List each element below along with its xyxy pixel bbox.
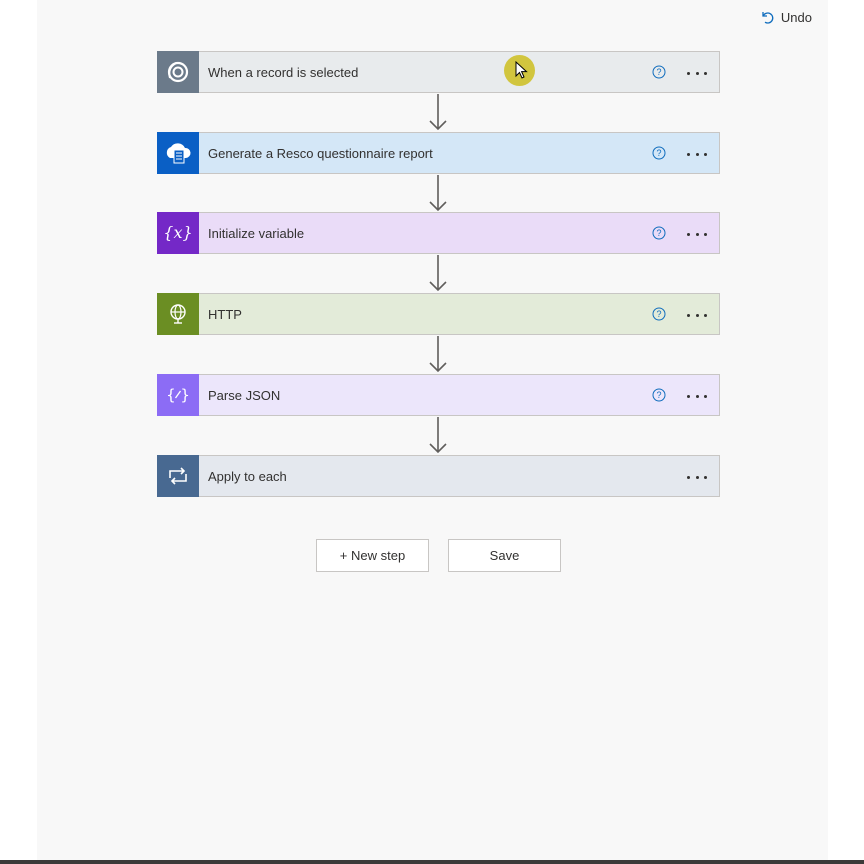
help-icon[interactable]: ? (652, 146, 666, 160)
step-title: When a record is selected (208, 64, 359, 80)
loop-icon (169, 466, 187, 485)
step-title: Generate a Resco questionnaire report (208, 145, 433, 161)
step-when-record-selected[interactable]: When a record is selected ? (157, 50, 720, 93)
step-icon-box: { } (157, 373, 199, 416)
svg-text:?: ? (656, 228, 661, 238)
step-icon-box (157, 50, 199, 93)
window-bottom-border (0, 860, 864, 864)
more-options-icon[interactable] (685, 387, 709, 405)
mouse-cursor-icon (515, 61, 528, 79)
connector-arrow (429, 255, 447, 292)
help-icon[interactable]: ? (652, 65, 666, 79)
help-icon[interactable]: ? (652, 307, 666, 321)
svg-text:?: ? (656, 309, 661, 319)
step-icon-box (157, 131, 199, 174)
parse-json-icon: { } (166, 386, 190, 404)
step-http[interactable]: HTTP ? (157, 292, 720, 335)
step-icon-box: {x} (157, 211, 199, 254)
step-icon-box (157, 454, 199, 497)
undo-label: Undo (780, 9, 812, 25)
dataverse-icon (167, 61, 189, 82)
resco-cloud-icon (166, 142, 191, 163)
help-icon[interactable]: ? (652, 226, 666, 240)
connector-arrow (429, 336, 447, 373)
step-generate-resco-report[interactable]: Generate a Resco questionnaire report ? (157, 131, 720, 174)
step-title: Parse JSON (208, 387, 281, 403)
step-initialize-variable[interactable]: {x} Initialize variable ? (157, 211, 720, 254)
step-parse-json[interactable]: { } Parse JSON ? (157, 373, 720, 416)
svg-text:{x}: {x} (163, 223, 192, 242)
connector-arrow (429, 94, 447, 131)
step-icon-box (157, 292, 199, 335)
more-options-icon[interactable] (685, 468, 709, 486)
connector-arrow (429, 175, 447, 212)
connector-arrow (429, 417, 447, 454)
globe-icon (170, 303, 186, 324)
more-options-icon[interactable] (685, 225, 709, 243)
new-step-button[interactable]: + New step (316, 539, 429, 572)
svg-text:?: ? (656, 390, 661, 400)
step-title: Apply to each (208, 468, 287, 484)
more-options-icon[interactable] (685, 306, 709, 324)
step-title: HTTP (208, 306, 242, 322)
undo-icon (762, 12, 774, 24)
help-icon[interactable]: ? (652, 388, 666, 402)
step-title: Initialize variable (208, 225, 305, 241)
more-options-icon[interactable] (685, 64, 709, 82)
svg-text:?: ? (656, 148, 661, 158)
variable-icon: {x} (163, 223, 192, 242)
undo-button[interactable]: Undo (759, 7, 812, 27)
svg-text:?: ? (656, 67, 661, 77)
step-apply-to-each[interactable]: Apply to each (157, 454, 720, 497)
more-options-icon[interactable] (685, 145, 709, 163)
save-button[interactable]: Save (448, 539, 561, 572)
